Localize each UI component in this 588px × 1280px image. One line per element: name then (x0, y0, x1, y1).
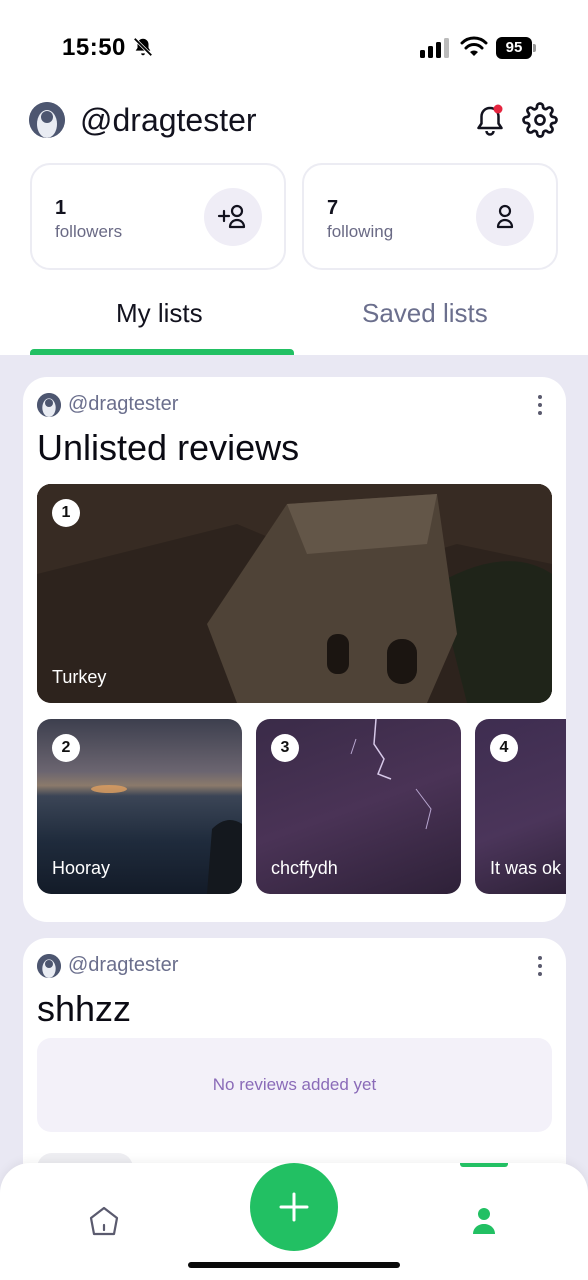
nav-home-button[interactable] (86, 1203, 122, 1239)
avatar[interactable] (29, 102, 65, 138)
list-owner[interactable]: @dragtester (68, 954, 178, 977)
bell-icon (477, 104, 503, 136)
bell-off-icon (133, 37, 153, 57)
ruin-photo (37, 484, 552, 703)
review-title: Turkey (52, 667, 107, 687)
profile-header: @dragtester (0, 98, 588, 146)
owner-avatar (37, 393, 61, 417)
plus-icon (279, 1192, 309, 1222)
username: @dragtester (80, 102, 257, 138)
review-title: Hooray (52, 858, 111, 878)
nav-profile-button[interactable] (466, 1203, 502, 1239)
user-plus-icon (217, 204, 246, 229)
status-bar: 15:50 95 (0, 0, 588, 96)
followers-card[interactable]: 1 followers (30, 163, 286, 270)
review-tile[interactable]: 4 It was ok (475, 719, 566, 894)
gear-icon (522, 102, 558, 138)
following-card[interactable]: 7 following (302, 163, 558, 270)
user-icon (496, 204, 514, 229)
more-options-icon[interactable] (534, 393, 546, 417)
battery-icon: 95 (496, 37, 536, 59)
wifi-icon (460, 36, 488, 56)
review-rank: 1 (52, 499, 80, 527)
review-title: chcffydh (271, 858, 338, 878)
signal-icon (420, 38, 449, 58)
review-rank: 4 (490, 734, 518, 762)
settings-button[interactable] (522, 102, 558, 138)
tab-saved-lists[interactable]: Saved lists (362, 298, 488, 329)
owner-avatar (37, 954, 61, 978)
notification-dot (493, 104, 503, 114)
more-options-icon[interactable] (534, 954, 546, 978)
notifications-button[interactable] (474, 102, 508, 138)
list-tabs: My lists Saved lists (0, 296, 588, 356)
review-rank: 3 (271, 734, 299, 762)
active-nav-indicator (460, 1163, 508, 1167)
following-count: 7 (327, 197, 339, 219)
following-label: following (327, 222, 394, 241)
status-time: 15:50 (62, 34, 126, 61)
list-title: Unlisted reviews (37, 427, 300, 468)
review-rank: 2 (52, 734, 80, 762)
followers-label: followers (55, 222, 123, 241)
following-button[interactable] (476, 188, 534, 246)
list-card[interactable]: @dragtester Unlisted reviews 1 Turkey 2 … (23, 377, 566, 922)
review-tile[interactable]: 3 chcffydh (256, 719, 461, 894)
review-tile[interactable]: 2 Hooray (37, 719, 242, 894)
battery-level: 95 (496, 37, 532, 59)
review-title: It was ok (490, 858, 562, 878)
home-icon (89, 1206, 119, 1236)
list-owner[interactable]: @dragtester (68, 393, 178, 416)
list-title: shhzz (37, 988, 132, 1029)
add-list-button[interactable] (250, 1163, 338, 1251)
add-follower-button[interactable] (204, 188, 262, 246)
followers-count: 1 (55, 197, 67, 219)
home-indicator (188, 1262, 400, 1268)
empty-state: No reviews added yet (37, 1038, 552, 1132)
tab-my-lists[interactable]: My lists (116, 298, 203, 329)
profile-icon (473, 1208, 495, 1234)
review-tile[interactable]: 1 Turkey (37, 484, 552, 703)
